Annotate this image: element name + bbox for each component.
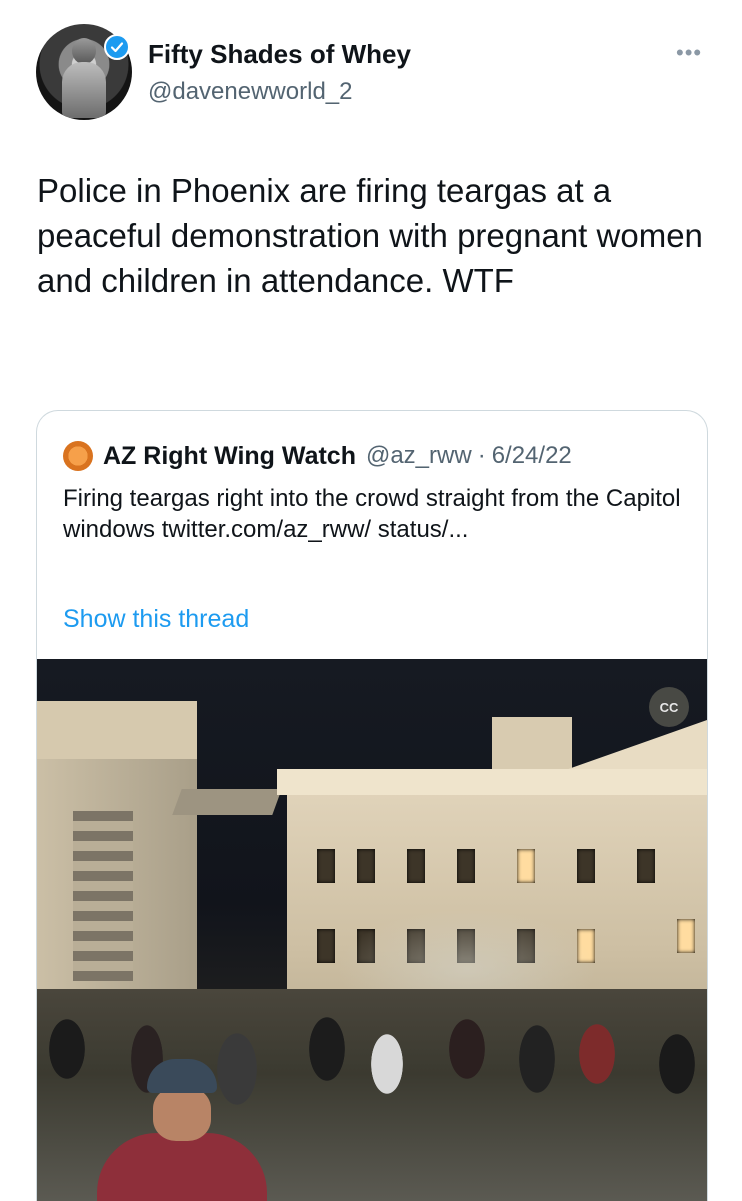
- avatar-head: [72, 38, 96, 64]
- avatar-torso: [62, 62, 106, 118]
- tweet-header: Fifty Shades of Whey @davenewworld_2 •••: [0, 0, 742, 150]
- closed-captions-icon[interactable]: CC: [649, 687, 689, 727]
- more-options-icon[interactable]: •••: [676, 40, 702, 66]
- quoted-author-avatar: [63, 441, 93, 471]
- quoted-tweet-card[interactable]: AZ Right Wing Watch @az_rww · 6/24/22 Fi…: [36, 410, 708, 1201]
- show-thread-link[interactable]: Show this thread: [63, 605, 249, 634]
- quoted-author-name: AZ Right Wing Watch: [103, 441, 356, 470]
- quoted-tweet-text: Firing teargas right into the crowd stra…: [63, 485, 681, 543]
- quoted-tweet-header: AZ Right Wing Watch @az_rww · 6/24/22: [63, 441, 572, 471]
- quoted-author-handle: @az_rww: [365, 442, 472, 469]
- tweet-text: Police in Phoenix are firing teargas at …: [37, 172, 703, 299]
- verified-badge-icon: [104, 34, 130, 60]
- dot-separator: ·: [477, 442, 486, 469]
- left-building: [37, 701, 282, 1031]
- quoted-tweet-date: 6/24/22: [491, 442, 572, 469]
- foreground-person: [97, 1059, 267, 1201]
- quoted-tweet-video[interactable]: CC: [37, 659, 707, 1201]
- author-handle[interactable]: @davenewworld_2: [148, 78, 352, 106]
- author-display-name[interactable]: Fifty Shades of Whey: [148, 39, 411, 70]
